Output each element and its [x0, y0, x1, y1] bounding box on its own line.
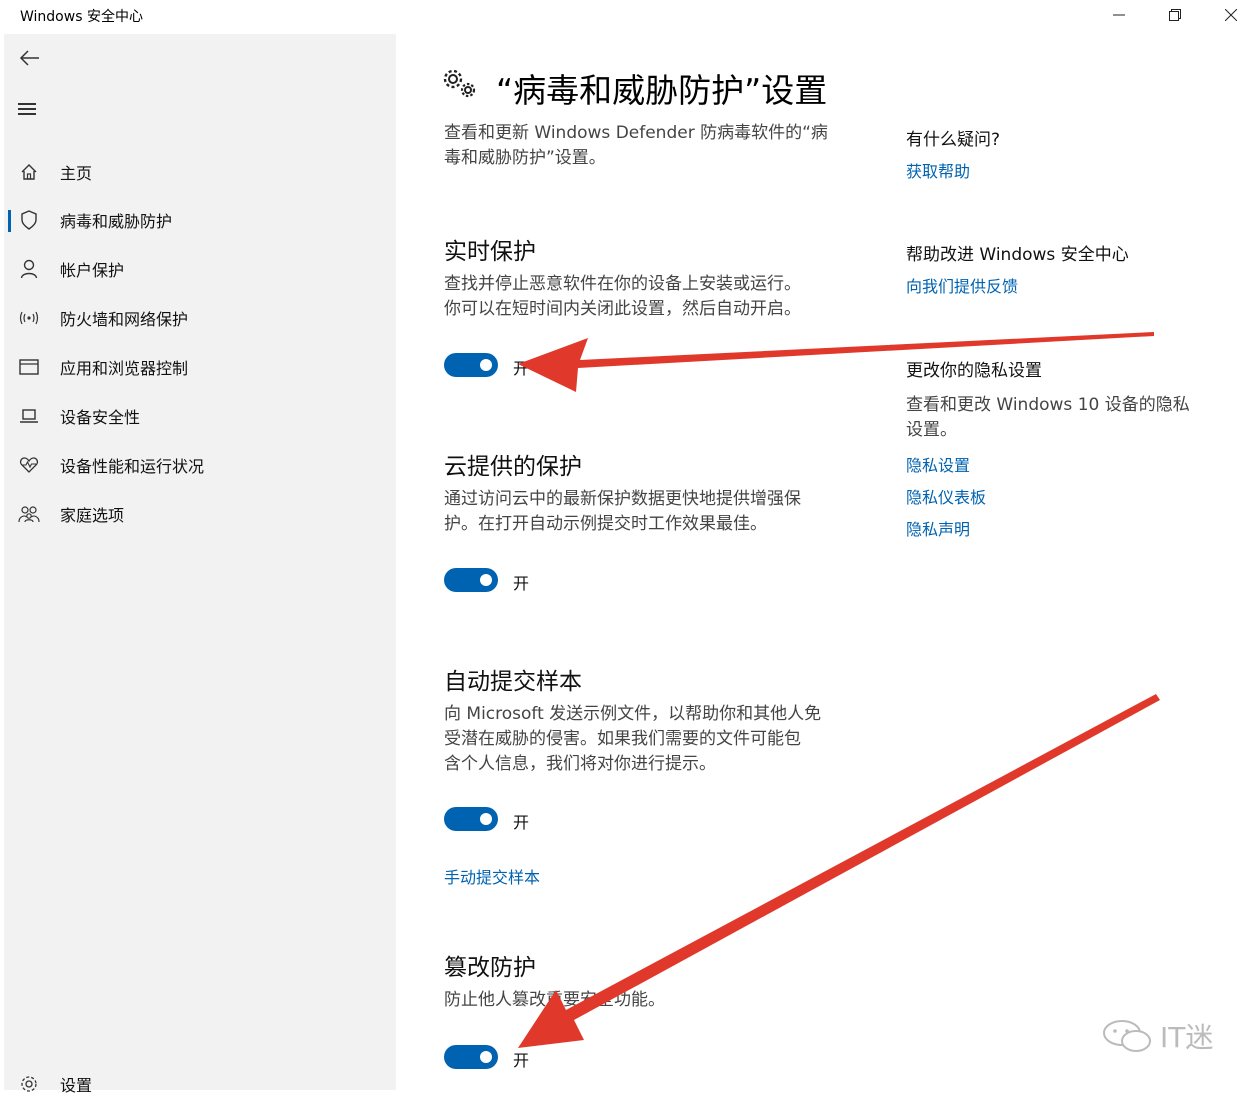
close-icon[interactable] — [1208, 0, 1254, 30]
browser-window-icon — [18, 356, 40, 378]
family-icon — [18, 503, 40, 525]
sidebar-item-home[interactable]: 主页 — [4, 152, 396, 192]
improve-heading: 帮助改进 Windows 安全中心 — [906, 245, 1129, 265]
privacy-description: 查看和更改 Windows 10 设备的隐私 设置。 — [906, 395, 1190, 440]
section-desc-cloud: 通过访问云中的最新保护数据更快地提供增强保 护。在打开自动示例提交时工作效果最佳… — [444, 489, 801, 534]
section-title-tamper: 篡改防护 — [444, 955, 536, 981]
sample-submission-toggle[interactable] — [444, 807, 498, 831]
toggle-state-label: 开 — [513, 1051, 530, 1070]
tamper-protection-toggle[interactable] — [444, 1045, 498, 1069]
question-heading: 有什么疑问? — [906, 130, 1001, 150]
sidebar-item-label: 设置 — [60, 1076, 93, 1095]
sidebar-item-app-browser[interactable]: 应用和浏览器控制 — [4, 347, 396, 387]
privacy-heading: 更改你的隐私设置 — [906, 361, 1042, 381]
privacy-dashboard-link[interactable]: 隐私仪表板 — [906, 484, 986, 508]
gear-icon — [18, 1073, 40, 1095]
watermark-text: IT迷 — [1160, 1021, 1214, 1054]
sidebar-item-label: 设备安全性 — [60, 408, 141, 427]
sidebar-item-device-health[interactable]: 设备性能和运行状况 — [4, 445, 396, 485]
privacy-statement-link[interactable]: 隐私声明 — [906, 516, 970, 540]
home-icon — [18, 161, 40, 183]
restore-icon[interactable] — [1152, 0, 1198, 30]
wechat-icon — [1103, 1020, 1151, 1052]
toggle-state-label: 开 — [513, 574, 530, 593]
back-arrow-icon[interactable] — [18, 46, 46, 74]
active-indicator — [8, 210, 11, 232]
laptop-icon — [18, 405, 40, 427]
sidebar-item-label: 家庭选项 — [60, 506, 125, 525]
cloud-protection-toggle[interactable] — [444, 568, 498, 592]
sidebar-item-account[interactable]: 帐户保护 — [4, 249, 396, 289]
sidebar: 主页 病毒和威胁防护 帐户保护 防火墙和网络保护 应用和浏览器控制 设备安全性 — [4, 34, 396, 1095]
toggle-state-label: 开 — [513, 813, 530, 832]
sidebar-item-label: 病毒和威胁防护 — [60, 212, 173, 231]
section-title-cloud: 云提供的保护 — [444, 454, 582, 480]
settings-gears-icon — [442, 68, 478, 100]
sidebar-item-label: 防火墙和网络保护 — [60, 310, 189, 329]
shield-icon — [18, 209, 40, 231]
privacy-settings-link[interactable]: 隐私设置 — [906, 452, 970, 476]
feedback-link[interactable]: 向我们提供反馈 — [906, 273, 1018, 297]
hamburger-menu-icon[interactable] — [18, 100, 40, 120]
manual-submit-sample-link[interactable]: 手动提交样本 — [444, 864, 540, 888]
sidebar-item-device-security[interactable]: 设备安全性 — [4, 396, 396, 436]
sidebar-item-label: 设备性能和运行状况 — [60, 457, 205, 476]
section-title-sample: 自动提交样本 — [444, 669, 582, 695]
sidebar-item-firewall[interactable]: 防火墙和网络保护 — [4, 298, 396, 338]
sidebar-item-label: 帐户保护 — [60, 261, 125, 280]
page-title: “病毒和威胁防护”设置 — [496, 71, 828, 110]
section-desc-tamper: 防止他人篡改重要安全功能。 — [444, 990, 665, 1010]
main-content: “病毒和威胁防护”设置 查看和更新 Windows Defender 防病毒软件… — [396, 34, 1254, 1090]
sidebar-item-virus-protection[interactable]: 病毒和威胁防护 — [4, 200, 396, 240]
sidebar-item-settings[interactable]: 设置 — [4, 1064, 396, 1104]
minimize-icon[interactable] — [1096, 0, 1142, 30]
person-icon — [18, 258, 40, 280]
section-desc-realtime: 查找并停止恶意软件在你的设备上安装或运行。 你可以在短时间内关闭此设置，然后自动… — [444, 274, 801, 319]
section-desc-sample: 向 Microsoft 发送示例文件，以帮助你和其他人免 受潜在威胁的侵害。如果… — [444, 704, 822, 774]
page-intro: 查看和更新 Windows Defender 防病毒软件的“病 毒和威胁防护”设… — [444, 123, 828, 168]
section-title-realtime: 实时保护 — [444, 239, 536, 265]
wireless-icon — [18, 307, 40, 329]
watermark: IT迷 — [1100, 1016, 1213, 1056]
sidebar-item-label: 应用和浏览器控制 — [60, 359, 189, 378]
get-help-link[interactable]: 获取帮助 — [906, 158, 970, 182]
app-title: Windows 安全中心 — [20, 9, 143, 25]
realtime-protection-toggle[interactable] — [444, 353, 498, 377]
title-bar: Windows 安全中心 — [0, 0, 1254, 32]
heart-pulse-icon — [18, 454, 40, 476]
toggle-state-label: 开 — [513, 359, 530, 378]
sidebar-item-label: 主页 — [60, 164, 93, 183]
sidebar-item-family[interactable]: 家庭选项 — [4, 494, 396, 534]
